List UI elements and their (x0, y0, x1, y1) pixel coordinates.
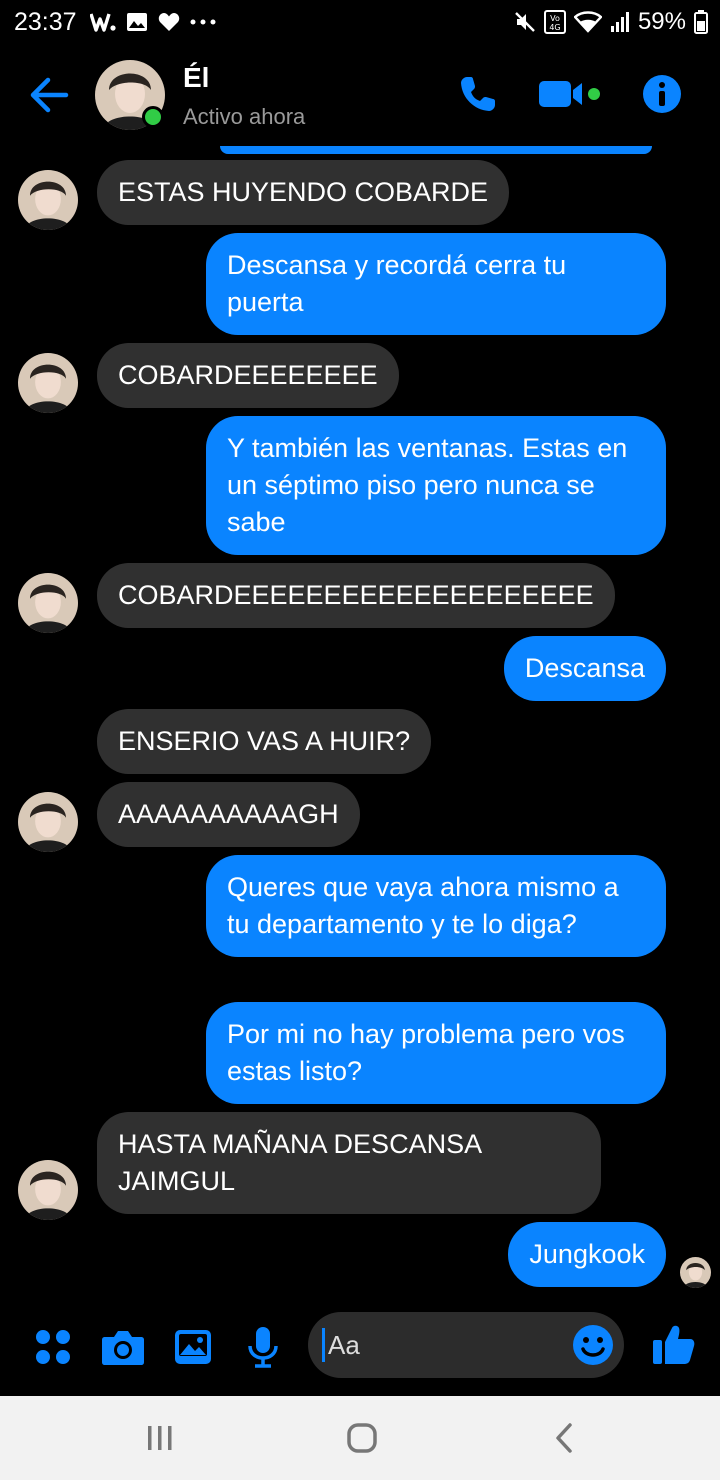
status-right: Vo 4G 59% (514, 8, 708, 36)
sender-avatar[interactable] (18, 353, 78, 413)
more-dots-icon (190, 19, 216, 25)
message-bubble-incoming[interactable]: AAAAAAAAAAGH (97, 782, 360, 847)
info-icon[interactable] (640, 72, 684, 116)
previous-message-edge (220, 146, 652, 154)
home-icon[interactable] (342, 1422, 382, 1454)
seen-receipt-avatar (680, 1257, 711, 1288)
microphone-icon[interactable] (240, 1324, 286, 1370)
mute-icon (515, 12, 535, 32)
message-bubble-outgoing[interactable]: Y también las ventanas. Estas en un sépt… (206, 416, 666, 555)
camera-icon[interactable] (100, 1324, 146, 1370)
status-bar: 23:37 Vo 4G 59% (0, 0, 720, 44)
message-bubble-incoming[interactable]: COBARDEEEEEEEE (97, 343, 399, 408)
message-bubble-outgoing[interactable]: Descansa (503, 636, 666, 701)
gallery-icon (127, 13, 147, 31)
message-bubble-outgoing[interactable]: Por mi no hay problema pero vos estas li… (206, 1002, 666, 1104)
message-bubble-outgoing[interactable]: Jungkook (508, 1222, 666, 1287)
composer-bar: Aa (0, 1312, 720, 1382)
message-bubble-incoming[interactable]: ENSERIO VAS A HUIR? (97, 709, 432, 774)
android-nav-bar (0, 1396, 720, 1480)
message-input-placeholder: Aa (328, 1330, 360, 1360)
phone-icon[interactable] (456, 72, 500, 116)
menu-dots-icon[interactable] (30, 1324, 76, 1370)
message-bubble-incoming[interactable]: HASTA MAÑANA DESCANSA JAIMGUL (97, 1112, 601, 1214)
chat-header: Él Activo ahora (0, 48, 720, 148)
contact-name[interactable]: Él (183, 62, 209, 94)
message-bubble-outgoing[interactable]: Queres que vaya ahora mismo a tu departa… (206, 855, 666, 957)
sender-avatar[interactable] (18, 573, 78, 633)
battery-icon (694, 10, 708, 34)
volte-4g-icon: Vo4G (543, 10, 566, 34)
message-bubble-incoming[interactable]: COBARDEEEEEEEEEEEEEEEEEEEE (97, 563, 615, 628)
notification-icons (90, 8, 216, 36)
online-indicator (142, 106, 164, 128)
svg-text:4G: 4G (549, 23, 560, 32)
image-icon[interactable] (170, 1324, 216, 1370)
message-thread[interactable]: ESTAS HUYENDO COBARDE Descansa y recordá… (0, 160, 720, 1300)
w-app-icon (90, 13, 116, 32)
battery-percent: 59% (637, 8, 686, 35)
signal-icon (610, 12, 629, 32)
sender-avatar[interactable] (18, 1160, 78, 1220)
heart-icon (158, 13, 180, 31)
svg-text:Vo: Vo (550, 14, 560, 23)
message-input[interactable]: Aa (308, 1312, 624, 1378)
like-icon[interactable] (650, 1320, 698, 1368)
header-actions (456, 72, 684, 116)
back-arrow-icon[interactable] (28, 74, 70, 116)
contact-status: Activo ahora (183, 104, 306, 129)
message-bubble-incoming[interactable]: ESTAS HUYENDO COBARDE (97, 160, 510, 225)
text-caret (322, 1328, 325, 1362)
status-time: 23:37 (14, 8, 77, 36)
emoji-icon[interactable] (572, 1324, 614, 1366)
sender-avatar[interactable] (18, 170, 78, 230)
sender-avatar[interactable] (18, 792, 78, 852)
video-icon[interactable] (538, 72, 602, 116)
wifi-icon (573, 11, 602, 33)
recent-apps-icon[interactable] (140, 1422, 180, 1454)
message-bubble-outgoing[interactable]: Descansa y recordá cerra tu puerta (206, 233, 666, 335)
back-nav-icon[interactable] (544, 1422, 584, 1454)
